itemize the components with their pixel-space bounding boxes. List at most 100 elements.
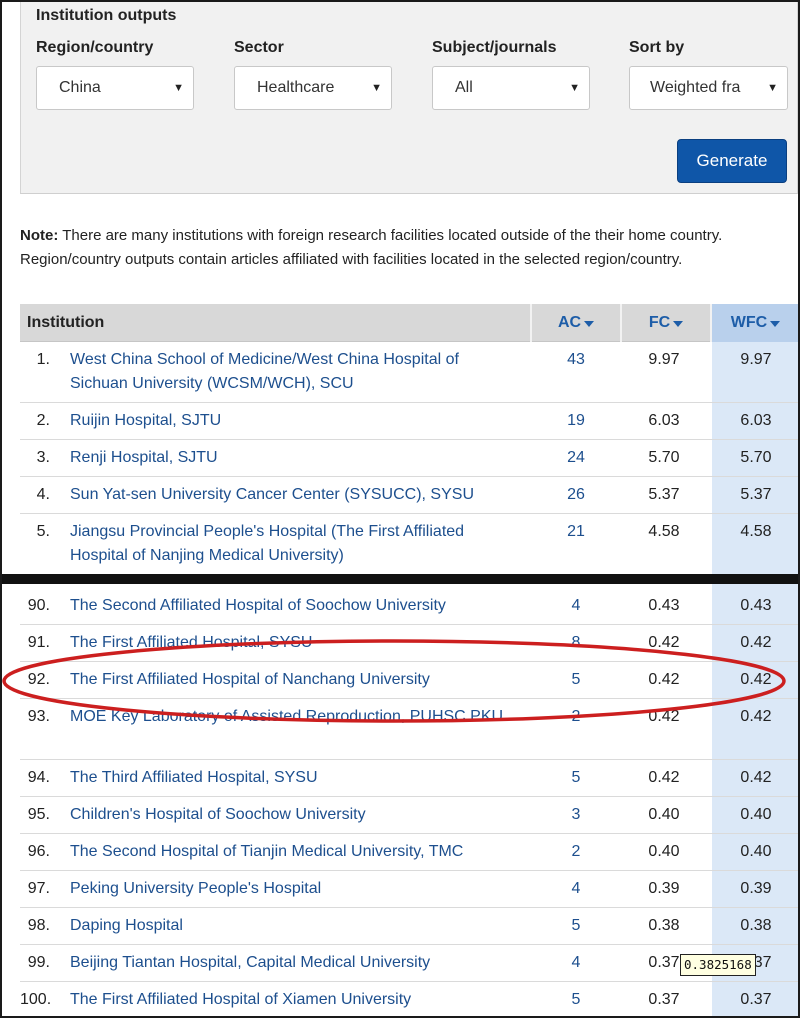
table-header: Institution AC FC WFC <box>20 304 799 342</box>
institution-link[interactable]: Daping Hospital <box>70 914 520 938</box>
fc-value: 0.43 <box>648 597 680 614</box>
filter-panel: Institution outputs Region/country Secto… <box>20 0 798 194</box>
sort-caret-icon <box>770 321 781 327</box>
institution-link[interactable]: The First Affiliated Hospital of Nanchan… <box>70 668 520 692</box>
ac-value-link[interactable]: 5 <box>530 766 622 790</box>
ac-value-link[interactable]: 26 <box>530 483 622 507</box>
institution-link[interactable]: Jiangsu Provincial People's Hospital (Th… <box>70 520 520 568</box>
wfc-header-label: WFC <box>730 314 768 331</box>
fc-value: 4.58 <box>648 523 680 540</box>
row-rank: 93. <box>27 708 50 725</box>
row-rank: 3. <box>36 449 50 466</box>
institution-link[interactable]: Children's Hospital of Soochow Universit… <box>70 803 520 827</box>
sort-select[interactable]: Weighted fra ▼ <box>629 66 788 110</box>
ac-value-link[interactable]: 21 <box>530 520 622 544</box>
fc-header-label: FC <box>648 314 671 331</box>
wfc-value: 0.40 <box>740 806 772 823</box>
table-row: 98. Daping Hospital 5 0.38 0.38 <box>20 908 799 945</box>
caret-down-icon: ▼ <box>569 82 580 94</box>
wfc-sort-header[interactable]: WFC <box>712 304 799 342</box>
institution-link[interactable]: Sun Yat-sen University Cancer Center (SY… <box>70 483 520 507</box>
wfc-value: 9.97 <box>740 351 772 368</box>
institution-link[interactable]: West China School of Medicine/West China… <box>70 348 520 396</box>
institution-link[interactable]: Ruijin Hospital, SJTU <box>70 409 520 433</box>
wfc-value: 6.03 <box>740 412 772 429</box>
institution-link[interactable]: The First Affiliated Hospital, SYSU <box>70 631 520 655</box>
region-select-value: China <box>59 79 101 96</box>
table-row: 90. The Second Affiliated Hospital of Soo… <box>20 588 799 625</box>
ac-value-link[interactable]: 4 <box>530 594 622 618</box>
table-row: 3. Renji Hospital, SJTU 24 5.70 5.70 <box>20 440 799 477</box>
table-row: 2. Ruijin Hospital, SJTU 19 6.03 6.03 <box>20 403 799 440</box>
table-row: 100. The First Affiliated Hospital of Xia… <box>20 982 799 1018</box>
row-rank: 98. <box>27 917 50 934</box>
fc-value: 9.97 <box>648 351 680 368</box>
ac-value-link[interactable]: 19 <box>530 409 622 433</box>
institution-header: Institution <box>27 314 105 331</box>
institution-link[interactable]: MOE Key Laboratory of Assisted Reproduct… <box>70 705 520 729</box>
fc-value: 0.37 <box>648 991 680 1008</box>
ac-sort-header[interactable]: AC <box>532 304 620 342</box>
generate-button[interactable]: Generate <box>677 139 787 183</box>
wfc-value: 0.42 <box>740 769 772 786</box>
screenshot-break-divider <box>0 574 800 584</box>
institution-link[interactable]: The Second Hospital of Tianjin Medical U… <box>70 840 520 864</box>
ac-value-link[interactable]: 4 <box>530 951 622 975</box>
row-rank: 2. <box>36 412 50 429</box>
wfc-value: 0.43 <box>740 597 772 614</box>
sector-select-value: Healthcare <box>257 79 335 96</box>
fc-value: 0.42 <box>648 634 680 651</box>
row-rank: 1. <box>36 351 50 368</box>
caret-down-icon: ▼ <box>173 82 184 94</box>
table-row: 97. Peking University People's Hospital 4 0… <box>20 871 799 908</box>
fc-sort-header[interactable]: FC <box>622 304 710 342</box>
sector-select[interactable]: Healthcare ▼ <box>234 66 392 110</box>
ac-value-link[interactable]: 24 <box>530 446 622 470</box>
wfc-value: 0.40 <box>740 843 772 860</box>
fc-value: 0.40 <box>648 843 680 860</box>
ac-value-link[interactable]: 2 <box>530 840 622 864</box>
wfc-value: 0.37 <box>740 991 772 1008</box>
caret-down-icon: ▼ <box>764 82 778 94</box>
subject-label: Subject/journals <box>432 39 557 56</box>
panel-title: Institution outputs <box>36 7 177 24</box>
row-rank: 95. <box>27 806 50 823</box>
note-label: Note: <box>20 227 59 244</box>
ac-value-link[interactable]: 5 <box>530 914 622 938</box>
table-row: 4. Sun Yat-sen University Cancer Center (… <box>20 477 799 514</box>
table-row: 95. Children's Hospital of Soochow Univer… <box>20 797 799 834</box>
wfc-value: 5.70 <box>740 449 772 466</box>
note-text: There are many institutions with foreign… <box>20 227 723 268</box>
sector-label: Sector <box>234 39 284 56</box>
fc-value: 5.37 <box>648 486 680 503</box>
wfc-value: 4.58 <box>740 523 772 540</box>
ac-value-link[interactable]: 4 <box>530 877 622 901</box>
ac-header-label: AC <box>557 314 582 331</box>
ac-value-link[interactable]: 2 <box>530 705 622 729</box>
ac-value-link[interactable]: 5 <box>530 668 622 692</box>
fc-value: 5.70 <box>648 449 680 466</box>
row-rank: 91. <box>27 634 50 651</box>
wfc-value: 0.38 <box>740 917 772 934</box>
wfc-value: 0.39 <box>740 880 772 897</box>
institution-link[interactable]: Beijing Tiantan Hospital, Capital Medica… <box>70 951 520 975</box>
institution-link[interactable]: The First Affiliated Hospital of Xiamen … <box>70 988 520 1012</box>
ac-value-link[interactable]: 3 <box>530 803 622 827</box>
row-rank: 99. <box>27 954 50 971</box>
table-row: 5. Jiangsu Provincial People's Hospital (… <box>20 514 799 575</box>
ac-value-link[interactable]: 5 <box>530 988 622 1012</box>
institution-link[interactable]: Peking University People's Hospital <box>70 877 520 901</box>
subject-select-value: All <box>455 79 473 96</box>
value-tooltip: 0.3825168 <box>680 954 756 976</box>
institution-link[interactable]: The Third Affiliated Hospital, SYSU <box>70 766 520 790</box>
subject-select[interactable]: All ▼ <box>432 66 590 110</box>
note: Note: There are many institutions with f… <box>20 224 780 271</box>
institution-link[interactable]: Renji Hospital, SJTU <box>70 446 520 470</box>
table-row: 93. MOE Key Laboratory of Assisted Reprod… <box>20 699 799 760</box>
caret-down-icon: ▼ <box>371 82 382 94</box>
region-select[interactable]: China ▼ <box>36 66 194 110</box>
ac-value-link[interactable]: 43 <box>530 348 622 372</box>
row-rank: 90. <box>27 597 50 614</box>
ac-value-link[interactable]: 8 <box>530 631 622 655</box>
institution-link[interactable]: The Second Affiliated Hospital of Soocho… <box>70 594 520 618</box>
